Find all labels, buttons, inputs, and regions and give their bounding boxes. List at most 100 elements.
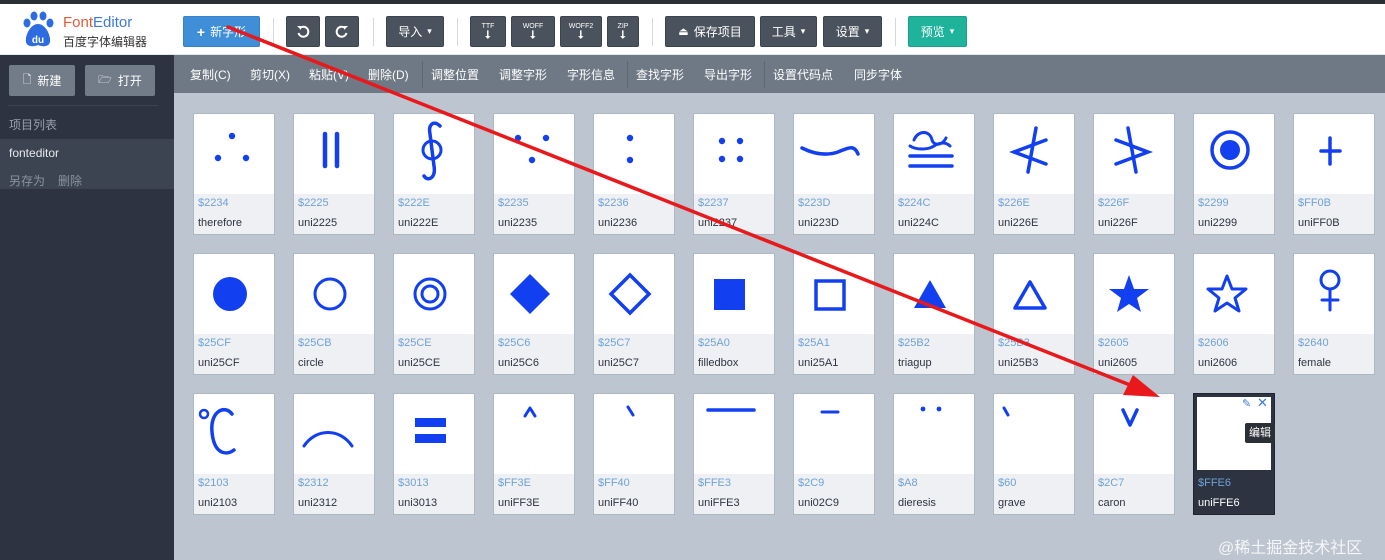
glyph-cell-2606[interactable]: $2606 uni2606 xyxy=(1194,254,1274,374)
save-icon: ⏏ xyxy=(678,26,689,38)
fullwidth-plus-glyph-icon xyxy=(1319,136,1342,166)
chevron-down-icon: ▾ xyxy=(427,26,432,36)
glyph-cell-2312[interactable]: $2312 uni2312 xyxy=(294,394,374,514)
glyph-cell-25A1[interactable]: $25A1 uni25A1 xyxy=(794,254,874,374)
glyph-cell-FF0B[interactable]: $FF0B uniFF0B xyxy=(1294,114,1374,234)
glyph-cell-25CF[interactable]: $25CF uni25CF xyxy=(194,254,274,374)
glyph-info-action[interactable]: 字形信息 xyxy=(567,66,615,83)
glyph-cell-226E[interactable]: $226E uni226E xyxy=(994,114,1074,234)
download-arrow-icon: ⭣ xyxy=(578,28,584,41)
editbar-divider xyxy=(422,61,423,88)
glyph-cell-FF40[interactable]: $FF40 uniFF40 xyxy=(594,394,674,514)
glyph-cell-2234[interactable]: $2234 therefore xyxy=(194,114,274,234)
app-logo[interactable]: du FontEditor 百度字体编辑器 xyxy=(20,10,170,50)
close-icon[interactable]: ✕ xyxy=(1257,396,1269,409)
settings-dropdown[interactable]: 设置 ▾ xyxy=(823,16,882,47)
set-codepoint-action[interactable]: 设置代码点 xyxy=(773,66,833,83)
copy-action[interactable]: 复制(C) xyxy=(190,66,231,83)
glyph-cell-FF3E[interactable]: $FF3E uniFF3E xyxy=(494,394,574,514)
project-item-fonteditor[interactable]: fonteditor 另存为 删除 xyxy=(0,139,174,189)
delete-action[interactable]: 删除(D) xyxy=(368,66,409,83)
glyph-cell-226F[interactable]: $226F uni226F xyxy=(1094,114,1174,234)
glyph-cell-3013[interactable]: $3013 uni3013 xyxy=(394,394,474,514)
project-list-title: 项目列表 xyxy=(9,118,58,132)
glyph-cell-25B2[interactable]: $25B2 triagup xyxy=(894,254,974,374)
svg-text:du: du xyxy=(32,35,44,46)
watermark: @稀土掘金技术社区 xyxy=(1218,540,1363,557)
save-as-link[interactable]: 另存为 xyxy=(9,172,45,189)
cut-action[interactable]: 剪切(X) xyxy=(250,66,290,83)
macron-glyph-icon xyxy=(706,408,756,412)
export-woff2-button[interactable]: WOFF2 ⭣ xyxy=(560,16,602,47)
not-less-than-glyph-icon xyxy=(1009,126,1048,174)
delete-project-link[interactable]: 删除 xyxy=(58,172,82,189)
pencil-icon[interactable]: ✎ xyxy=(1242,398,1254,410)
glyph-edit-bar: 复制(C) 剪切(X) 粘贴(V) 删除(D) 调整位置 调整字形 字形信息 查… xyxy=(174,55,1385,93)
adjust-glyph-action[interactable]: 调整字形 xyxy=(499,66,547,83)
glyph-cell-25C6[interactable]: $25C6 uni25C6 xyxy=(494,254,574,374)
glyph-cell-25A0[interactable]: $25A0 filledbox xyxy=(694,254,774,374)
glyph-cell-2299[interactable]: $2299 uni2299 xyxy=(1194,114,1274,234)
chevron-down-icon: ▾ xyxy=(800,26,806,36)
download-arrow-icon: ⭣ xyxy=(530,28,536,41)
tools-dropdown[interactable]: 工具 ▾ xyxy=(760,16,817,47)
glyph-cell-2235[interactable]: $2235 uni2235 xyxy=(494,114,574,234)
glyph-cell-2640[interactable]: $2640 female xyxy=(1294,254,1374,374)
because-glyph-icon xyxy=(514,134,550,164)
glyph-cell-2237[interactable]: $2237 uni2237 xyxy=(694,114,774,234)
top-toolbar: du FontEditor 百度字体编辑器 + 新字形 导入 ▾ TTF ⭣ WO… xyxy=(0,4,1385,55)
not-greater-than-glyph-icon xyxy=(1114,126,1153,174)
glyph-cell-2236[interactable]: $2236 uni2236 xyxy=(594,114,674,234)
undo-icon xyxy=(297,25,310,38)
caron-glyph-icon xyxy=(1121,408,1139,427)
export-ttf-button[interactable]: TTF ⭣ xyxy=(470,16,506,47)
glyph-cell-2605[interactable]: $2605 uni2605 xyxy=(1094,254,1174,374)
folder-icon: 🗁 xyxy=(98,74,112,86)
redo-button[interactable] xyxy=(325,16,359,47)
degree-celsius-glyph-icon xyxy=(198,408,236,455)
glyph-cell-25C7[interactable]: $25C7 uni25C7 xyxy=(594,254,674,374)
glyph-cell-2C9[interactable]: $2C9 uni02C9 xyxy=(794,394,874,514)
glyph-cell-FFE6[interactable]: ✎ ✕ $FFE6 uniFFE6 xyxy=(1194,394,1274,514)
adjust-position-action[interactable]: 调整位置 xyxy=(431,66,479,83)
glyph-cell-A8[interactable]: $A8 dieresis xyxy=(894,394,974,514)
sync-font-action[interactable]: 同步字体 xyxy=(854,66,902,83)
find-glyph-action[interactable]: 查找字形 xyxy=(636,66,684,83)
new-glyph-button[interactable]: + 新字形 xyxy=(183,16,260,47)
glyph-cell-2103[interactable]: $2103 uni2103 xyxy=(194,394,274,514)
import-dropdown[interactable]: 导入 ▾ xyxy=(386,16,444,47)
export-glyph-action[interactable]: 导出字形 xyxy=(704,66,752,83)
white-square-glyph-icon xyxy=(814,279,846,311)
glyph-cell-224C[interactable]: $224C uni224C xyxy=(894,114,974,234)
open-project-button[interactable]: 🗁 打开 xyxy=(85,65,155,96)
contour-integral-glyph-icon xyxy=(421,121,443,181)
export-woff-button[interactable]: WOFF ⭣ xyxy=(511,16,555,47)
edit-tooltip: 编辑 xyxy=(1245,423,1275,443)
glyph-cell-223D[interactable]: $223D uni223D xyxy=(794,114,874,234)
parallel-glyph-icon xyxy=(322,131,340,169)
reversed-tilde-glyph-icon xyxy=(800,146,860,156)
save-project-button[interactable]: ⏏ 保存项目 xyxy=(665,16,755,47)
paste-action[interactable]: 粘贴(V) xyxy=(309,66,349,83)
export-zip-button[interactable]: ZIP ⭣ xyxy=(607,16,639,47)
sidebar-divider xyxy=(8,105,158,106)
preview-dropdown[interactable]: 预览 ▾ xyxy=(908,16,967,47)
new-project-button[interactable]: 🗋 新建 xyxy=(9,65,75,96)
black-star-glyph-icon xyxy=(1109,275,1149,312)
glyph-cell-25B3[interactable]: $25B3 uni25B3 xyxy=(994,254,1074,374)
app-title: FontEditor xyxy=(63,14,133,31)
glyph-cell-FFE3[interactable]: $FFE3 uniFFE3 xyxy=(694,394,774,514)
undo-button[interactable] xyxy=(286,16,320,47)
ratio-glyph-icon xyxy=(626,134,634,164)
glyph-cell-2225[interactable]: $2225 uni2225 xyxy=(294,114,374,234)
toolbar-divider xyxy=(273,18,274,46)
glyph-cell-222E[interactable]: $222E uni222E xyxy=(394,114,474,234)
glyph-cell-25CE[interactable]: $25CE uni25CE xyxy=(394,254,474,374)
editbar-divider xyxy=(627,61,628,88)
project-name[interactable]: fonteditor xyxy=(9,146,59,160)
glyph-cell-2C7[interactable]: $2C7 caron xyxy=(1094,394,1174,514)
glyph-cell-25CB[interactable]: $25CB circle xyxy=(294,254,374,374)
toolbar-divider xyxy=(895,18,896,46)
glyph-cell-60[interactable]: $60 grave xyxy=(994,394,1074,514)
black-square-glyph-icon xyxy=(714,279,745,310)
